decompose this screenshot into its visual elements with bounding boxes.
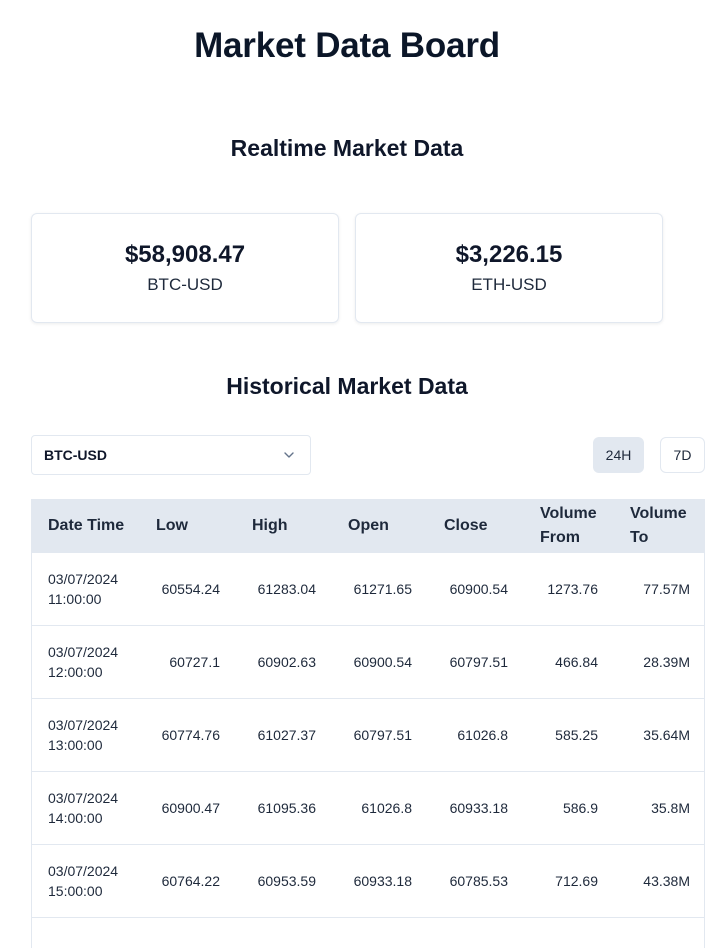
cell-volume-to bbox=[614, 917, 704, 948]
col-header-datetime: Date Time bbox=[48, 516, 125, 534]
cell-volume-to: 77.57M bbox=[643, 580, 690, 597]
table-row: 03/07/2024 14:00:00 60900.47 61095.36 61026… bbox=[32, 771, 704, 844]
cell-volume-from: 586.9 bbox=[562, 799, 598, 816]
cell-high: 60902.63 bbox=[257, 653, 316, 670]
cell-high bbox=[236, 917, 332, 948]
cell-low: 60764.22 bbox=[161, 872, 220, 889]
col-header-high: High bbox=[252, 516, 288, 534]
range-7d-button[interactable]: 7D bbox=[660, 437, 705, 473]
cell-volume-to: 28.39M bbox=[643, 653, 690, 670]
table-header-row: Date Time Low High Open Close Volume Fro… bbox=[32, 500, 704, 552]
table-row: 03/07/2024 13:00:00 60774.76 61027.37 60797… bbox=[32, 698, 704, 771]
cell-datetime: 03/07/2024 14:00:00 bbox=[48, 789, 119, 826]
cell-close bbox=[428, 917, 524, 948]
btc-price: $58,908.47 bbox=[124, 241, 246, 268]
cell-volume-from bbox=[524, 917, 614, 948]
col-header-low: Low bbox=[156, 516, 188, 534]
cell-low bbox=[140, 917, 236, 948]
cell-volume-from: 466.84 bbox=[555, 653, 598, 670]
cell-datetime: 03/07/2024 11:00:00 bbox=[48, 570, 119, 607]
table-row: 03/07/2024 11:00:00 60554.24 61283.04 61271… bbox=[32, 552, 704, 625]
cell-open: 61271.65 bbox=[353, 580, 412, 597]
col-header-volume-to: Volume To bbox=[630, 504, 687, 546]
cell-close: 60933.18 bbox=[449, 799, 508, 816]
cell-close: 60785.53 bbox=[449, 872, 508, 889]
cell-open: 60900.54 bbox=[353, 653, 412, 670]
cell-high: 61027.37 bbox=[257, 726, 316, 743]
cell-datetime: 03/07/2024 12:00:00 bbox=[48, 643, 119, 680]
page-title: Market Data Board bbox=[194, 26, 500, 65]
btc-price-card: $58,908.47 BTC-USD bbox=[31, 213, 339, 323]
table-row: 03/07/2024 15:00:00 60764.22 60953.59 60933… bbox=[32, 844, 704, 917]
page: Market Data Board Realtime Market Data $… bbox=[0, 0, 728, 948]
cell-open: 60797.51 bbox=[353, 726, 412, 743]
pair-select[interactable]: BTC-USD bbox=[31, 435, 311, 475]
table-row: 03/07/2024 bbox=[32, 917, 704, 948]
btc-symbol: BTC-USD bbox=[147, 275, 223, 294]
eth-price-card: $3,226.15 ETH-USD bbox=[355, 213, 663, 323]
cell-open bbox=[332, 917, 428, 948]
cell-close: 61026.8 bbox=[457, 726, 508, 743]
cell-volume-to: 35.8M bbox=[651, 799, 690, 816]
cell-high: 61283.04 bbox=[257, 580, 316, 597]
pair-select-value: BTC-USD bbox=[44, 447, 107, 463]
cell-open: 61026.8 bbox=[361, 799, 412, 816]
cell-open: 60933.18 bbox=[353, 872, 412, 889]
cell-datetime: 03/07/2024 15:00:00 bbox=[48, 862, 119, 899]
cell-high: 61095.36 bbox=[257, 799, 316, 816]
cell-low: 60900.47 bbox=[161, 799, 220, 816]
cell-datetime: 03/07/2024 13:00:00 bbox=[48, 716, 119, 753]
cell-low: 60774.76 bbox=[161, 726, 220, 743]
col-header-close: Close bbox=[444, 516, 488, 534]
cell-low: 60554.24 bbox=[161, 580, 220, 597]
col-header-volume-from: Volume From bbox=[540, 504, 597, 546]
chevron-down-icon bbox=[284, 452, 294, 458]
cell-close: 60797.51 bbox=[449, 653, 508, 670]
table-row: 03/07/2024 12:00:00 60727.1 60902.63 60900.… bbox=[32, 625, 704, 698]
cell-high: 60953.59 bbox=[257, 872, 316, 889]
cell-close: 60900.54 bbox=[449, 580, 508, 597]
cell-volume-from: 585.25 bbox=[555, 726, 598, 743]
eth-price: $3,226.15 bbox=[455, 241, 563, 268]
cell-volume-from: 1273.76 bbox=[547, 580, 598, 597]
realtime-section-title: Realtime Market Data bbox=[230, 135, 464, 161]
cell-volume-to: 43.38M bbox=[643, 872, 690, 889]
historical-section-title: Historical Market Data bbox=[226, 373, 468, 399]
eth-symbol: ETH-USD bbox=[471, 275, 547, 294]
cell-datetime: 03/07/2024 bbox=[32, 917, 140, 948]
historical-table: Date Time Low High Open Close Volume Fro… bbox=[31, 499, 705, 948]
range-24h-button[interactable]: 24H bbox=[593, 437, 644, 473]
cell-volume-to: 35.64M bbox=[643, 726, 690, 743]
cell-volume-from: 712.69 bbox=[555, 872, 598, 889]
cell-low: 60727.1 bbox=[169, 653, 220, 670]
col-header-open: Open bbox=[348, 516, 389, 534]
